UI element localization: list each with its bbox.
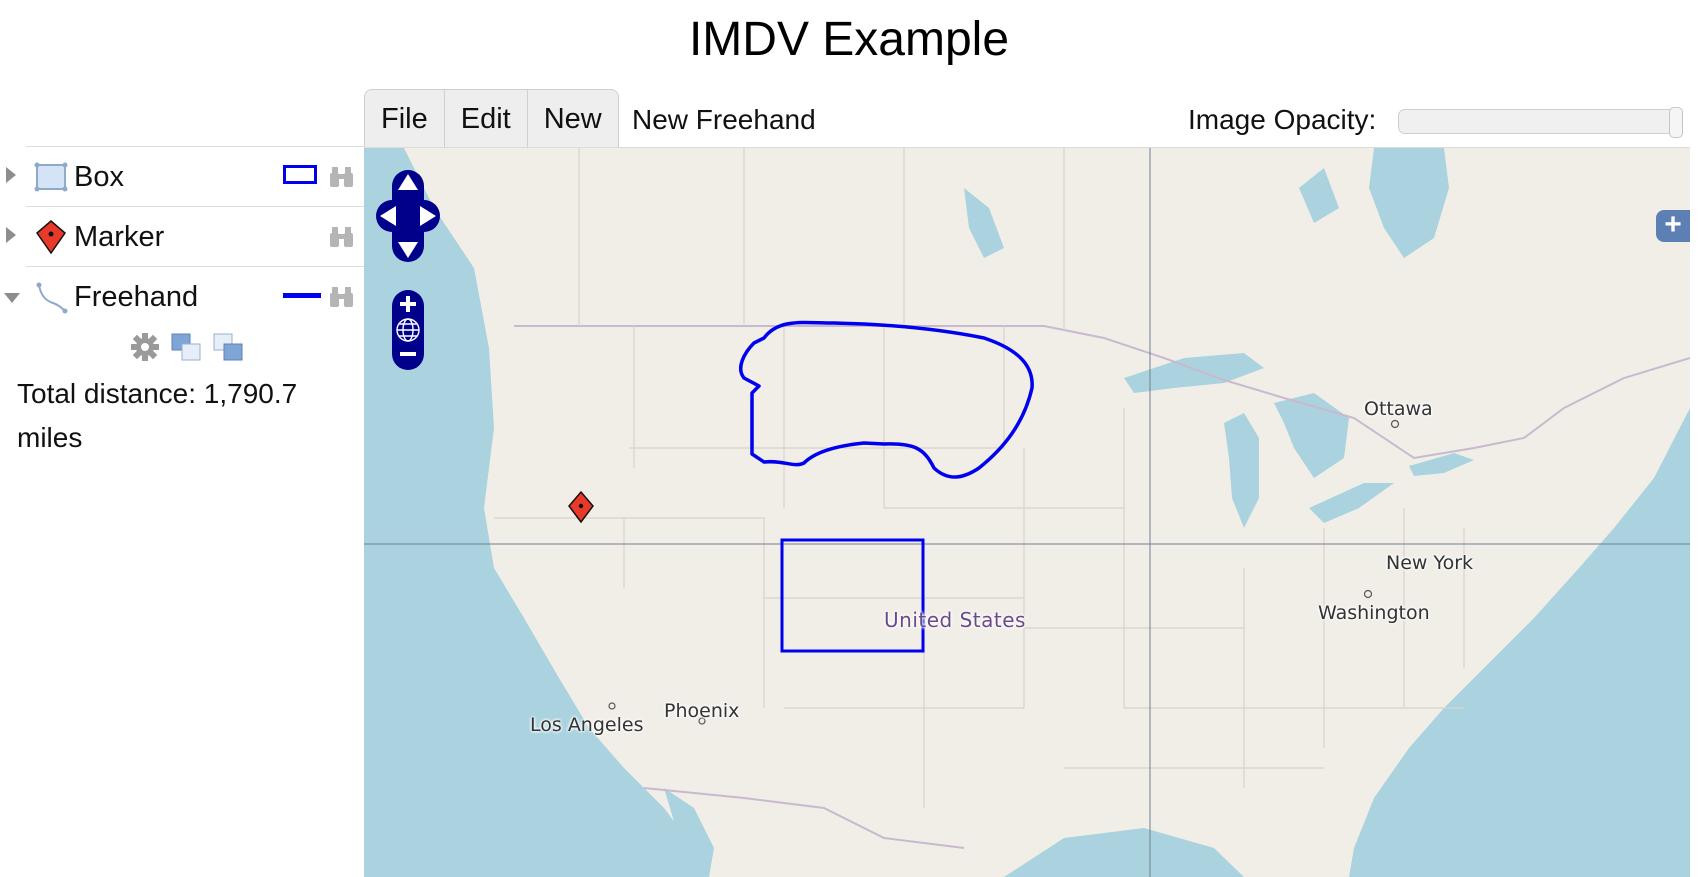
opacity-slider-handle[interactable] <box>1669 107 1683 138</box>
expand-triangle-icon[interactable] <box>6 167 16 183</box>
sidebar-toolbar <box>130 332 244 362</box>
lake-superior <box>1124 353 1264 393</box>
lake-erie <box>1309 483 1394 523</box>
line-style-swatch[interactable] <box>283 285 321 298</box>
layer-row-freehand[interactable]: Freehand <box>4 266 364 326</box>
city-label-los-angeles: Los Angeles <box>530 714 644 736</box>
city-label-ottawa: Ottawa <box>1364 398 1433 420</box>
country-label-united-states: United States <box>884 608 1026 632</box>
box-icon <box>34 162 68 192</box>
page-title: IMDV Example <box>688 13 1010 66</box>
binoculars-icon[interactable] <box>329 165 355 189</box>
lake-michigan <box>1224 413 1259 528</box>
us-canada-border <box>514 325 1690 460</box>
pan-zoom-control <box>376 170 440 370</box>
box-style-swatch[interactable] <box>283 165 317 184</box>
layer-label: Marker <box>74 221 165 253</box>
current-tool-label: New Freehand <box>632 104 816 135</box>
layer-sidebar: Box Marker Freehand Total distance: 1,79… <box>0 146 364 453</box>
menu-edit[interactable]: Edit <box>445 90 528 148</box>
marker-icon <box>35 220 67 255</box>
basemap <box>364 148 1690 877</box>
menu-new[interactable]: New <box>528 90 618 148</box>
gulf-of-mexico <box>1004 828 1244 877</box>
expand-triangle-icon[interactable] <box>6 227 16 243</box>
layer-label: Box <box>74 161 124 193</box>
menu-file[interactable]: File <box>365 90 445 148</box>
box-feature <box>780 538 925 653</box>
layer-switcher-button[interactable]: + <box>1656 210 1690 242</box>
menu-bar: File Edit New <box>364 89 619 148</box>
binoculars-icon[interactable] <box>329 225 355 249</box>
canadian-lake <box>964 188 1004 258</box>
image-opacity-label: Image Opacity: <box>1188 104 1377 135</box>
zoom-out-icon[interactable] <box>400 352 416 356</box>
layer-row-box[interactable]: Box <box>6 146 364 206</box>
city-label-washington: Washington <box>1318 602 1430 624</box>
canadian-lake <box>1299 168 1339 223</box>
collapse-triangle-icon[interactable] <box>4 293 20 303</box>
atlantic-ocean <box>1349 408 1690 877</box>
total-distance-text: Total distance: 1,790.7 miles <box>17 378 298 453</box>
hudson-bay <box>1369 148 1449 258</box>
map-viewport[interactable]: Ottawa New York Washington United States… <box>364 147 1690 877</box>
binoculars-icon[interactable] <box>329 285 355 309</box>
gear-icon[interactable] <box>130 332 160 362</box>
city-label-phoenix: Phoenix <box>664 700 740 722</box>
freehand-icon <box>36 282 68 314</box>
image-opacity-slider[interactable] <box>1398 107 1683 138</box>
layer-row-marker[interactable]: Marker <box>6 206 364 266</box>
city-label-new-york: New York <box>1386 552 1474 574</box>
layer-label: Freehand <box>74 281 199 313</box>
layers-back-icon[interactable] <box>170 332 202 362</box>
layers-front-icon[interactable] <box>212 332 244 362</box>
